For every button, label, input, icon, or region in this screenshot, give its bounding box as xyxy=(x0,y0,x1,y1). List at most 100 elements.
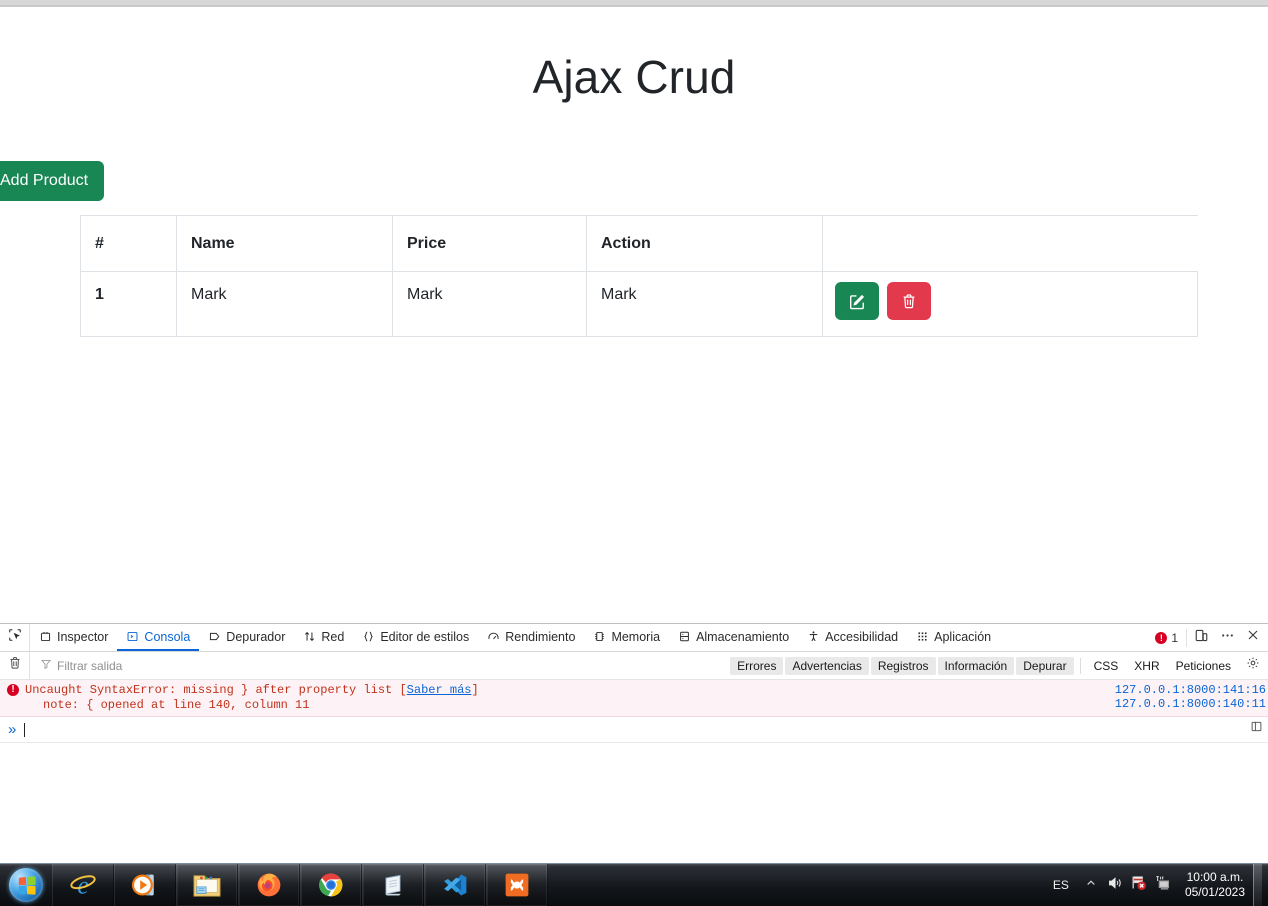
filter-xhr-button[interactable]: XHR xyxy=(1127,657,1166,675)
tab-accessibility[interactable]: Accesibilidad xyxy=(798,624,907,651)
tab-style-editor[interactable]: Editor de estilos xyxy=(353,624,478,651)
console-error-message[interactable]: ! Uncaught SyntaxError: missing } after … xyxy=(0,680,1268,717)
cell-row-buttons xyxy=(822,271,1198,337)
text-caret xyxy=(24,722,26,737)
console-editor-mode-button[interactable] xyxy=(1247,720,1265,738)
console-settings-button[interactable] xyxy=(1242,655,1264,677)
filter-separator xyxy=(1079,657,1081,674)
responsive-design-icon xyxy=(1194,628,1209,648)
edit-button[interactable] xyxy=(835,282,879,320)
tray-action-center-button[interactable] xyxy=(1127,870,1151,900)
vscode-icon xyxy=(441,871,469,899)
delete-button[interactable] xyxy=(887,282,932,320)
filter-warnings-button[interactable]: Advertencias xyxy=(785,656,869,675)
tray-language-indicator[interactable]: ES xyxy=(1043,878,1079,892)
clear-console-button[interactable] xyxy=(0,652,30,679)
network-icon xyxy=(303,630,316,643)
performance-icon xyxy=(487,630,500,643)
tab-application[interactable]: Aplicación xyxy=(907,624,1000,651)
filter-funnel-icon xyxy=(40,657,52,675)
console-icon xyxy=(126,630,139,643)
meatball-menu-icon xyxy=(1220,628,1235,648)
learn-more-link[interactable]: Saber más xyxy=(407,683,472,697)
taskbar-items: e xyxy=(52,864,548,906)
tray-show-hidden-icons-button[interactable] xyxy=(1079,870,1103,900)
filter-info-button[interactable]: Información xyxy=(937,656,1015,675)
error-count-label: 1 xyxy=(1171,630,1178,645)
taskbar-item-visual-studio-code[interactable] xyxy=(424,864,486,906)
taskbar-item-internet-explorer[interactable]: e xyxy=(52,864,114,906)
table-body: 1 Mark Mark Mark xyxy=(80,271,1198,337)
taskbar-item-windows-explorer[interactable] xyxy=(176,864,238,906)
error-count-badge[interactable]: ! 1 xyxy=(1151,628,1187,647)
products-table-wrap: # Name Price Action 1 Mark Mark Mark xyxy=(80,215,1198,337)
column-header-index: # xyxy=(80,215,177,272)
devtools-tab-list: Inspector Consola Depurador Red Editor d… xyxy=(30,624,1000,651)
clock-time: 10:00 a.m. xyxy=(1186,870,1244,884)
console-error-text: Uncaught SyntaxError: missing } after pr… xyxy=(25,683,393,697)
learn-more-bracket-close: ] xyxy=(471,683,479,697)
taskbar-item-windows-media-player[interactable] xyxy=(114,864,176,906)
tab-network-label: Red xyxy=(321,629,345,644)
cell-name: Mark xyxy=(176,271,393,337)
tab-performance[interactable]: Rendimiento xyxy=(478,624,584,651)
tab-storage[interactable]: Almacenamiento xyxy=(669,624,798,651)
console-filter-bar: Filtrar salida Errores Advertencias Regi… xyxy=(0,652,1268,680)
xampp-icon xyxy=(503,871,531,899)
console-source-link-2[interactable]: 127.0.0.1:8000:140:11 xyxy=(1115,697,1266,711)
pencil-square-icon xyxy=(849,293,866,310)
windows-logo-icon xyxy=(9,868,43,902)
screen: Ajax Crud Add Product # Name Price Actio… xyxy=(0,0,1268,906)
tab-performance-label: Rendimiento xyxy=(505,629,576,644)
tray-volume-button[interactable] xyxy=(1103,870,1127,900)
error-circle-icon: ! xyxy=(1155,631,1168,644)
console-source-link-1[interactable]: 127.0.0.1:8000:141:16 xyxy=(1115,683,1266,697)
cursor-picker-icon xyxy=(8,628,22,647)
tray-network-button[interactable] xyxy=(1151,870,1175,900)
column-header-action: Action xyxy=(586,215,823,272)
filter-errors-button[interactable]: Errores xyxy=(730,656,784,675)
devtools-more-menu-button[interactable] xyxy=(1215,626,1239,650)
system-tray: ES 10:00 a.m. 05/01/2023 xyxy=(1043,863,1268,906)
tab-inspector[interactable]: Inspector xyxy=(30,624,117,651)
filter-logs-button[interactable]: Registros xyxy=(870,656,936,675)
console-command-input[interactable]: » xyxy=(0,717,1268,743)
tab-storage-label: Almacenamiento xyxy=(696,629,790,644)
column-header-price: Price xyxy=(392,215,587,272)
tab-network[interactable]: Red xyxy=(294,624,353,651)
products-table: # Name Price Action 1 Mark Mark Mark xyxy=(80,215,1198,337)
console-filter-input[interactable]: Filtrar salida xyxy=(30,657,730,675)
devtools-close-button[interactable] xyxy=(1241,626,1265,650)
filter-requests-button[interactable]: Peticiones xyxy=(1169,657,1238,675)
gear-icon xyxy=(1246,656,1260,675)
responsive-design-mode-button[interactable] xyxy=(1189,626,1213,650)
tab-console[interactable]: Consola xyxy=(117,624,200,651)
taskbar-item-google-chrome[interactable] xyxy=(300,864,362,906)
console-error-line: ! Uncaught SyntaxError: missing } after … xyxy=(0,683,1268,697)
trash-icon xyxy=(8,656,22,675)
clock-date: 05/01/2023 xyxy=(1184,885,1245,899)
cell-index: 1 xyxy=(80,271,177,337)
console-output: ! Uncaught SyntaxError: missing } after … xyxy=(0,680,1268,863)
taskbar-item-firefox[interactable] xyxy=(238,864,300,906)
filter-debug-button[interactable]: Depurar xyxy=(1016,656,1074,675)
taskbar-item-notepad[interactable] xyxy=(362,864,424,906)
add-product-button[interactable]: Add Product xyxy=(0,161,105,201)
start-button[interactable] xyxy=(0,864,52,906)
show-desktop-button[interactable] xyxy=(1253,863,1262,906)
chrome-icon xyxy=(317,871,345,899)
table-head: # Name Price Action xyxy=(80,215,1198,272)
taskbar-clock[interactable]: 10:00 a.m. 05/01/2023 xyxy=(1175,870,1253,900)
taskbar-item-xampp[interactable] xyxy=(486,864,548,906)
speaker-icon xyxy=(1107,875,1123,896)
window-top-edge xyxy=(0,0,1268,7)
memory-icon xyxy=(593,630,606,643)
browser-content: Ajax Crud Add Product # Name Price Actio… xyxy=(0,7,1268,623)
table-row: 1 Mark Mark Mark xyxy=(80,271,1198,337)
element-picker-button[interactable] xyxy=(0,624,30,651)
tab-debugger[interactable]: Depurador xyxy=(199,624,294,651)
storage-icon xyxy=(678,630,691,643)
console-empty-area xyxy=(0,743,1268,863)
filter-css-button[interactable]: CSS xyxy=(1087,657,1126,675)
tab-memory[interactable]: Memoria xyxy=(584,624,669,651)
